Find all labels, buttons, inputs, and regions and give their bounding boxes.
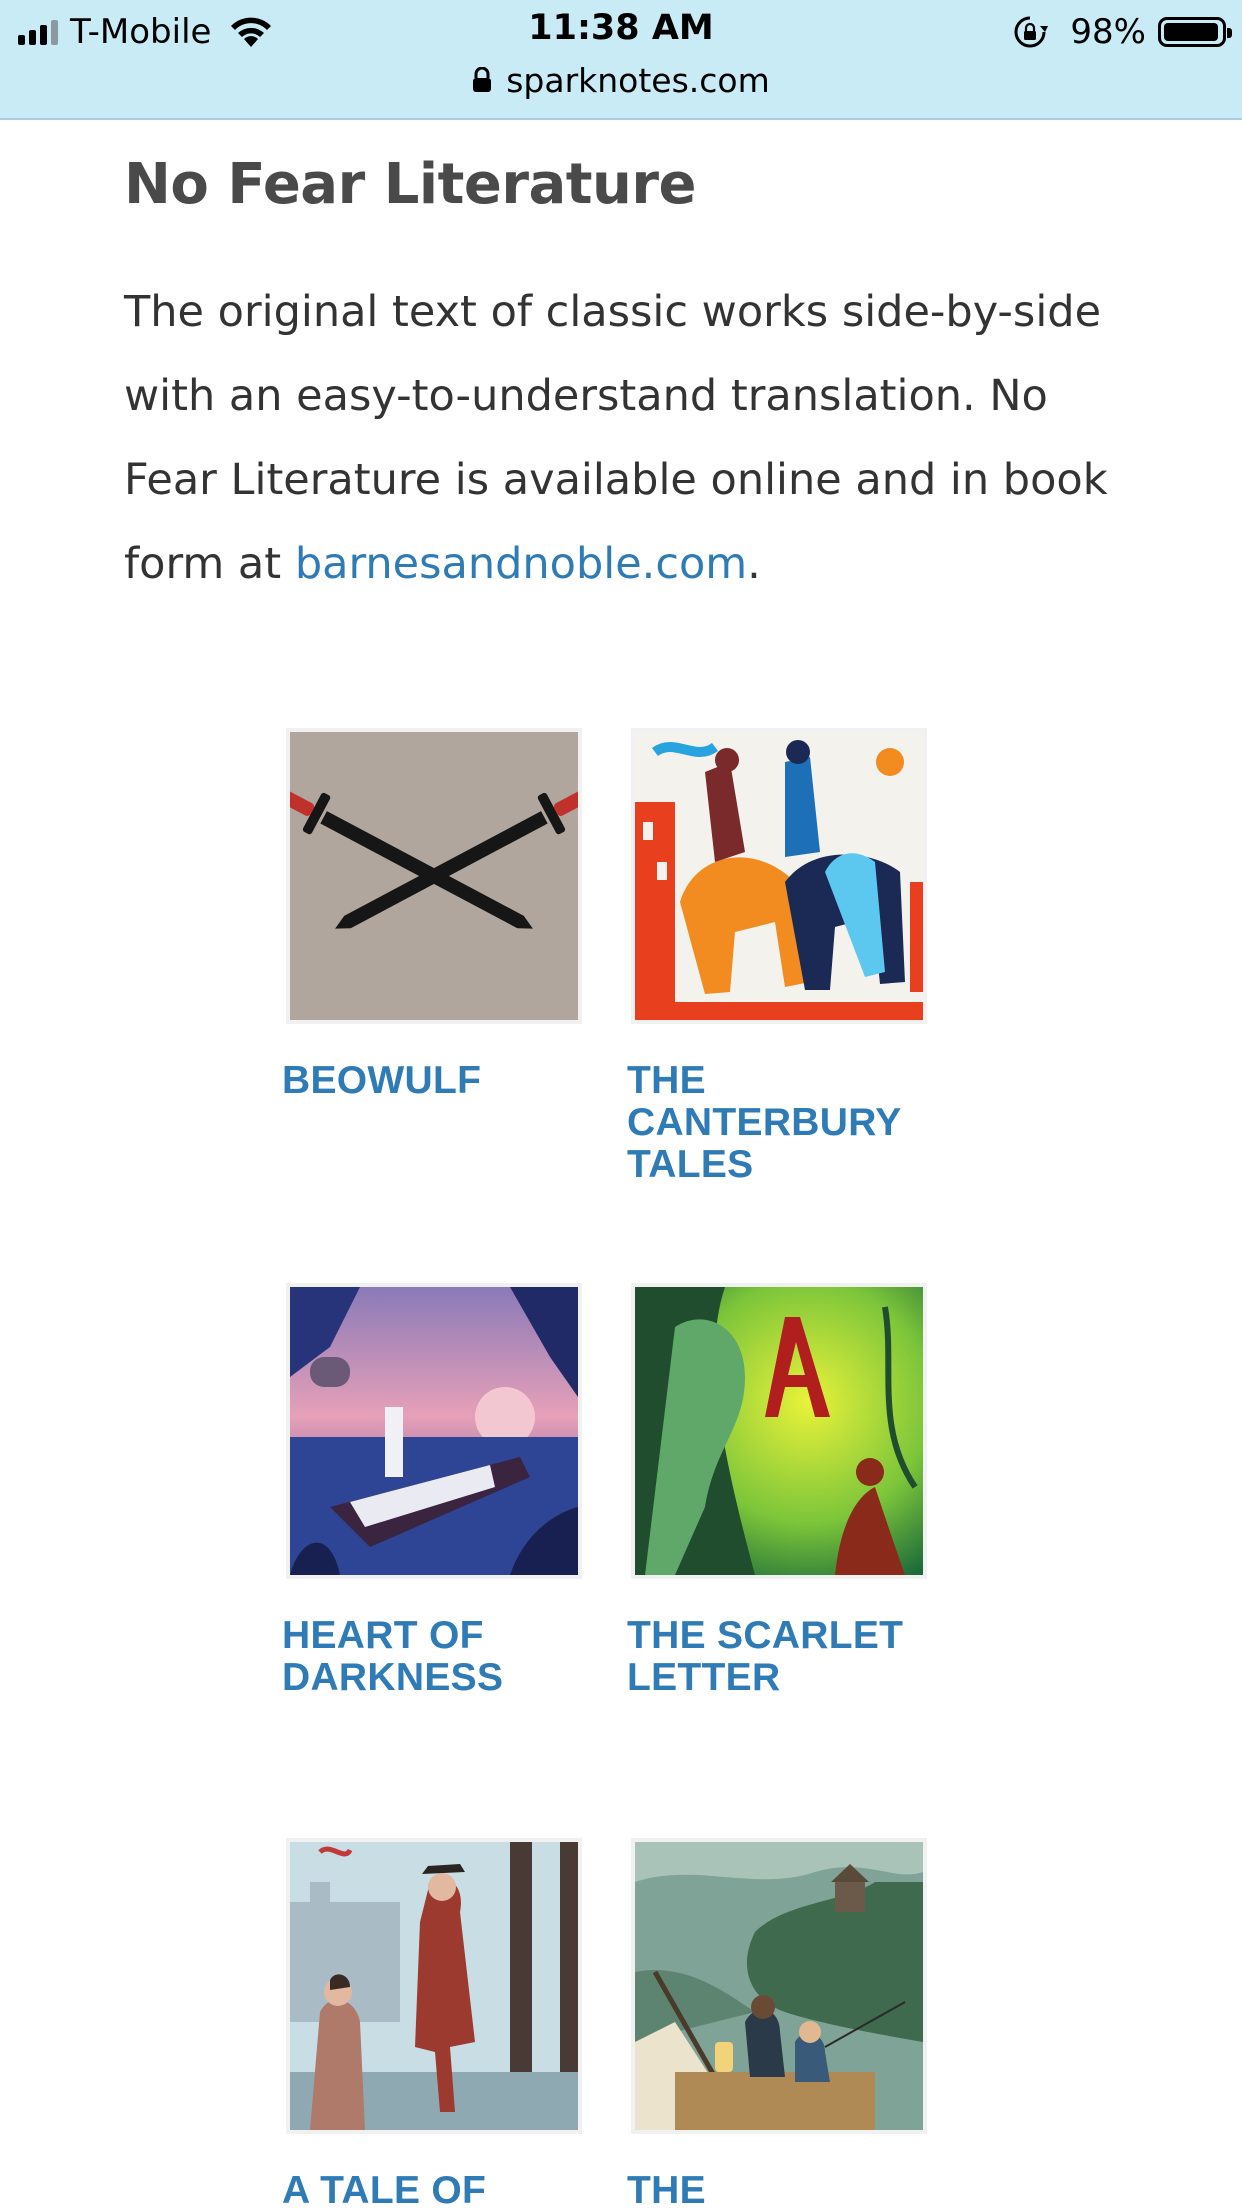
status-right: 98% bbox=[1012, 10, 1232, 54]
book-title-river-raft[interactable]: THE bbox=[627, 2170, 937, 2212]
river-raft-illustration-icon bbox=[635, 1842, 923, 2130]
river-raft-cover[interactable] bbox=[631, 1838, 927, 2134]
scarlet-a-cover[interactable] bbox=[631, 1283, 927, 1579]
steamboat-river-cover[interactable] bbox=[286, 1283, 582, 1579]
rotation-lock-icon bbox=[1014, 16, 1049, 48]
book-title-tale-of-two-cities[interactable]: A TALE OF bbox=[282, 2170, 592, 2212]
scarlet-letter-illustration-icon bbox=[635, 1287, 923, 1575]
url-bar[interactable]: sparknotes.com bbox=[0, 58, 1242, 102]
crossed-swords-icon bbox=[290, 732, 578, 1020]
page-title: No Fear Literature bbox=[124, 152, 696, 217]
barnesandnoble-link[interactable]: barnesandnoble.com bbox=[295, 539, 747, 589]
book-card-scarlet-letter[interactable]: THE SCARLET LETTER bbox=[627, 1283, 937, 1699]
intro-paragraph: The original text of classic works side-… bbox=[124, 270, 1134, 606]
book-title-scarlet-letter[interactable]: THE SCARLET LETTER bbox=[627, 1615, 937, 1699]
book-card-tale-of-two-cities[interactable]: A TALE OF bbox=[282, 1838, 592, 2212]
battery-icon bbox=[1158, 17, 1232, 47]
pilgrims-illustration-icon bbox=[635, 732, 923, 1020]
book-card-beowulf[interactable]: BEOWULF bbox=[282, 728, 592, 1102]
steamboat-illustration-icon bbox=[290, 1287, 578, 1575]
book-card-river-raft[interactable]: THE bbox=[627, 1838, 937, 2212]
battery-percent: 98% bbox=[1070, 12, 1146, 52]
book-card-heart-of-darkness[interactable]: HEART OF DARKNESS bbox=[282, 1283, 592, 1699]
crossed-swords-cover[interactable] bbox=[286, 728, 582, 1024]
intro-period: . bbox=[747, 539, 761, 589]
pilgrims-on-horses-cover[interactable] bbox=[631, 728, 927, 1024]
browser-top-bar: T-Mobile 11:38 AM 98% sparknotes.com bbox=[0, 0, 1242, 120]
book-card-canterbury-tales[interactable]: THE CANTERBURY TALES bbox=[627, 728, 937, 1186]
guillotine-cover[interactable] bbox=[286, 1838, 582, 2134]
padlock-icon bbox=[473, 67, 492, 92]
guillotine-illustration-icon bbox=[290, 1842, 578, 2130]
book-title-beowulf[interactable]: BEOWULF bbox=[282, 1060, 592, 1102]
book-title-heart-of-darkness[interactable]: HEART OF DARKNESS bbox=[282, 1615, 592, 1699]
url-text[interactable]: sparknotes.com bbox=[506, 61, 770, 100]
book-title-canterbury-tales[interactable]: THE CANTERBURY TALES bbox=[627, 1060, 937, 1186]
